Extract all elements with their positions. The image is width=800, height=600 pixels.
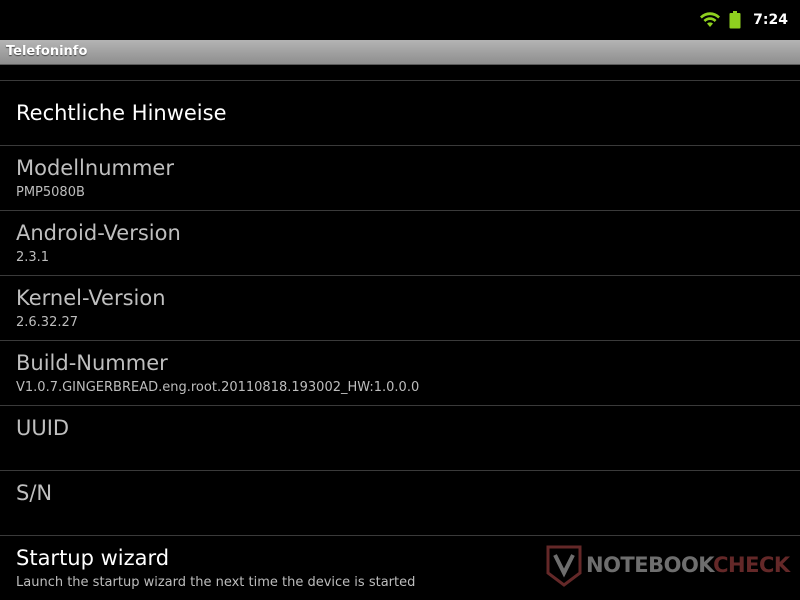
item-value: Launch the startup wizard the next time … [16, 575, 416, 590]
list-item-kernel-version: Kernel-Version 2.6.32.27 [0, 276, 800, 340]
list-item-legal-notices[interactable]: Rechtliche Hinweise [0, 81, 800, 145]
item-label: Startup wizard [16, 546, 170, 570]
item-label: UUID [16, 416, 70, 440]
item-label: Android-Version [16, 221, 181, 245]
watermark-text: NOTEBOOKCHECK [586, 553, 790, 577]
list-item-android-version: Android-Version 2.3.1 [0, 211, 800, 275]
clock: 7:24 [753, 12, 788, 28]
notebookcheck-watermark: NOTEBOOKCHECK [544, 541, 796, 589]
title-bar: Telefoninfo [0, 40, 800, 65]
item-label: Rechtliche Hinweise [16, 101, 227, 125]
item-value: PMP5080B [16, 185, 85, 200]
item-label: Modellnummer [16, 156, 174, 180]
watermark-logo-icon [546, 545, 582, 587]
settings-list[interactable]: ▁▁▁▁▁▁▁ ▁▁▁▁▁▁▁▁ Rechtliche Hinweise Mod… [0, 65, 800, 600]
item-value: 2.3.1 [16, 250, 50, 265]
list-item-serial-number: S/N [0, 471, 800, 535]
list-item-uuid: UUID [0, 406, 800, 470]
list-item-build-number: Build-Nummer V1.0.7.GINGERBREAD.eng.root… [0, 341, 800, 405]
list-item-model-number: Modellnummer PMP5080B [0, 146, 800, 210]
item-label: Kernel-Version [16, 286, 166, 310]
item-value: V1.0.7.GINGERBREAD.eng.root.20110818.193… [16, 380, 420, 395]
item-label: S/N [16, 481, 53, 505]
battery-icon [729, 11, 741, 29]
page-title: Telefoninfo [6, 44, 88, 59]
status-icons: 7:24 [699, 10, 788, 30]
item-value: 2.6.32.27 [16, 315, 79, 330]
wifi-icon [699, 12, 721, 28]
item-label: Build-Nummer [16, 351, 168, 375]
status-bar: 7:24 [0, 0, 800, 40]
